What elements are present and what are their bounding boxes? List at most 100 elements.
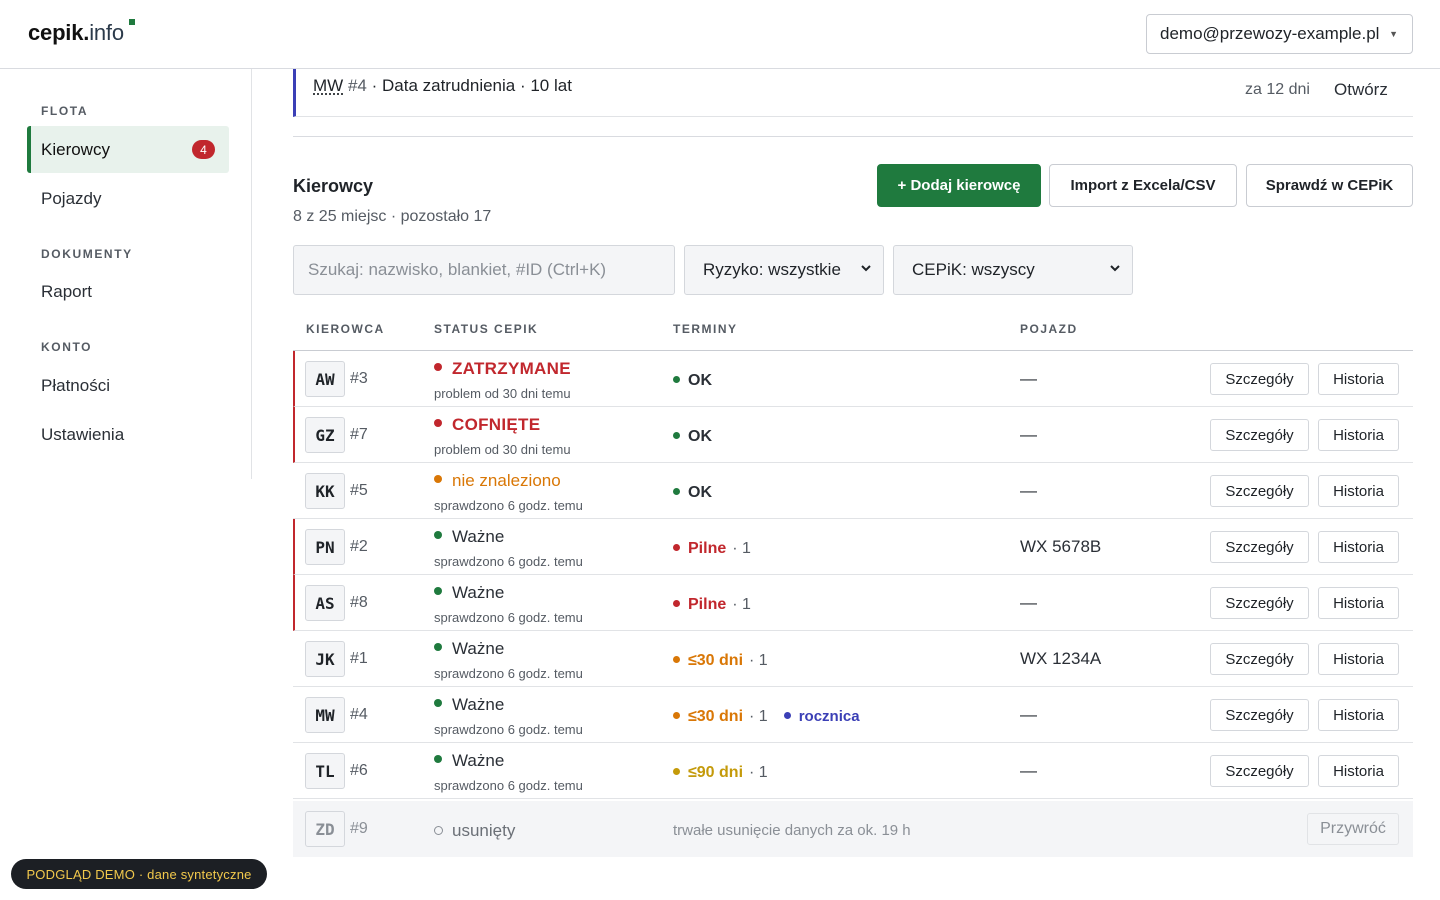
check-cepik-button[interactable]: Sprawdź w CEPiK — [1246, 164, 1413, 207]
driver-initials: GZ — [305, 417, 345, 453]
deadline-status: OK — [673, 484, 712, 502]
anniversary-label: rocznica — [798, 708, 860, 725]
notice-text: · Data zatrudnienia · 10 lat — [371, 76, 572, 95]
driver-id: #2 — [350, 538, 368, 555]
deleted-driver-row: ZD #9 usunięty trwałe usunięcie danych z… — [293, 801, 1413, 857]
table-row[interactable]: KK #5 nie znaleziono sprawdzono 6 godz. … — [293, 463, 1413, 519]
driver-id: #7 — [350, 426, 368, 443]
cepik-status-detail: sprawdzono 6 godz. temu — [434, 778, 583, 793]
details-button[interactable]: Szczegóły — [1210, 755, 1309, 787]
deadline-status: ≤30 dni · 1 rocznica — [673, 708, 860, 726]
details-button[interactable]: Szczegóły — [1210, 363, 1309, 395]
deadline-dot-icon — [673, 712, 680, 719]
table-row[interactable]: TL #6 Ważne sprawdzono 6 godz. temu ≤90 … — [293, 743, 1413, 799]
table-header: KIEROWCA STATUS CEPIK TERMINY POJAZD — [293, 322, 1413, 351]
alert-count-badge: 4 — [192, 140, 215, 159]
vehicle-plate: — — [1020, 761, 1037, 780]
cepik-status-label: Ważne — [452, 751, 505, 770]
cepik-status-detail: sprawdzono 6 godz. temu — [434, 554, 583, 569]
sidebar-item-kierowcy[interactable]: Kierowcy 4 — [27, 126, 229, 173]
vehicle-plate: — — [1020, 593, 1037, 612]
import-csv-button[interactable]: Import z Excela/CSV — [1049, 164, 1237, 207]
account-menu-button[interactable]: demo@przewozy-example.pl ▼ — [1146, 14, 1413, 54]
sidebar: FLOTA Kierowcy 4 Pojazdy DOKUMENTY Rapor… — [0, 69, 252, 479]
sidebar-item-raport[interactable]: Raport — [27, 268, 229, 315]
history-button[interactable]: Historia — [1318, 475, 1399, 507]
driver-initials: PN — [305, 529, 345, 565]
table-row[interactable]: AW #3 ZATRZYMANE problem od 30 dni temu … — [293, 351, 1413, 407]
add-driver-button[interactable]: + Dodaj kierowcę — [877, 164, 1041, 207]
logo-tld: info — [89, 20, 124, 45]
demo-preview-badge: PODGLĄD DEMO · dane syntetyczne — [11, 859, 267, 889]
history-button[interactable]: Historia — [1318, 531, 1399, 563]
logo-square-icon — [129, 19, 135, 25]
history-button[interactable]: Historia — [1318, 755, 1399, 787]
upcoming-event-notice: MW #4 · Data zatrudnienia · 10 lat za 12… — [293, 69, 1413, 117]
history-button[interactable]: Historia — [1318, 587, 1399, 619]
details-button[interactable]: Szczegóły — [1210, 419, 1309, 451]
sidebar-section-flota: FLOTA — [41, 104, 89, 118]
details-button[interactable]: Szczegóły — [1210, 475, 1309, 507]
caret-down-icon: ▼ — [1389, 29, 1398, 39]
logo-name: cepik — [28, 20, 84, 45]
cepik-status-detail: problem od 30 dni temu — [434, 442, 571, 457]
driver-id: #9 — [350, 820, 368, 837]
deleted-status-label: usunięty — [452, 821, 516, 840]
driver-initials: TL — [305, 753, 345, 789]
chevron-down-icon — [861, 265, 871, 272]
table-row[interactable]: AS #8 Ważne sprawdzono 6 godz. temu Piln… — [293, 575, 1413, 631]
notice-open-link[interactable]: Otwórz — [1334, 80, 1388, 100]
details-button[interactable]: Szczegóły — [1210, 587, 1309, 619]
restore-button[interactable]: Przywróć — [1307, 813, 1399, 845]
details-button[interactable]: Szczegóły — [1210, 699, 1309, 731]
vehicle-plate: WX 5678B — [1020, 537, 1102, 556]
column-header-driver[interactable]: KIEROWCA — [306, 322, 385, 336]
logo[interactable]: cepik.info — [28, 20, 124, 46]
sidebar-item-pojazdy[interactable]: Pojazdy — [27, 175, 229, 222]
deadline-count: · 1 — [732, 596, 751, 613]
deadline-dot-icon — [673, 432, 680, 439]
table-row[interactable]: PN #2 Ważne sprawdzono 6 godz. temu Piln… — [293, 519, 1413, 575]
cepik-filter-value: CEPiK: wszyscy — [912, 260, 1035, 279]
history-button[interactable]: Historia — [1318, 643, 1399, 675]
cepik-filter-select[interactable]: CEPiK: wszyscy — [893, 245, 1133, 295]
column-header-cepik-status[interactable]: STATUS CEPIK — [434, 322, 538, 336]
table-row[interactable]: GZ #7 COFNIĘTE problem od 30 dni temu OK… — [293, 407, 1413, 463]
deadline-dot-icon — [673, 600, 680, 607]
sidebar-item-ustawienia[interactable]: Ustawienia — [27, 411, 229, 458]
deadline-dot-icon — [673, 544, 680, 551]
cepik-status: Ważne — [434, 751, 504, 771]
driver-id: #5 — [350, 482, 368, 499]
deadline-dot-icon — [673, 488, 680, 495]
cepik-status: Ważne — [434, 583, 504, 603]
vehicle-plate: — — [1020, 481, 1037, 500]
vehicle-plate: — — [1020, 425, 1037, 444]
cepik-status: COFNIĘTE — [434, 415, 540, 435]
status-dot-icon — [434, 643, 442, 651]
history-button[interactable]: Historia — [1318, 699, 1399, 731]
table-row[interactable]: JK #1 Ważne sprawdzono 6 godz. temu ≤30 … — [293, 631, 1413, 687]
sidebar-item-label: Raport — [41, 281, 93, 301]
status-dot-icon — [434, 699, 442, 707]
vehicle-plate: WX 1234A — [1020, 649, 1102, 668]
section-title: Kierowcy — [293, 176, 374, 196]
column-header-deadlines[interactable]: TERMINY — [673, 322, 738, 336]
deadline-label: ≤30 dni — [688, 708, 744, 725]
cepik-status-label: nie znaleziono — [452, 471, 561, 490]
history-button[interactable]: Historia — [1318, 419, 1399, 451]
column-header-vehicle[interactable]: POJAZD — [1020, 322, 1078, 336]
sidebar-section-dokumenty: DOKUMENTY — [41, 247, 133, 261]
risk-filter-select[interactable]: Ryzyko: wszystkie — [684, 245, 884, 295]
details-button[interactable]: Szczegóły — [1210, 643, 1309, 675]
details-button[interactable]: Szczegóły — [1210, 531, 1309, 563]
cepik-status: ZATRZYMANE — [434, 359, 571, 379]
cepik-status-label: Ważne — [452, 639, 505, 658]
status-dot-icon — [434, 531, 442, 539]
history-button[interactable]: Historia — [1318, 363, 1399, 395]
sidebar-item-platnosci[interactable]: Płatności — [27, 362, 229, 409]
search-input[interactable] — [293, 245, 675, 295]
driver-initials: KK — [305, 473, 345, 509]
vehicle-plate: — — [1020, 369, 1037, 388]
account-email: demo@przewozy-example.pl — [1160, 24, 1380, 43]
table-row[interactable]: MW #4 Ważne sprawdzono 6 godz. temu ≤30 … — [293, 687, 1413, 743]
